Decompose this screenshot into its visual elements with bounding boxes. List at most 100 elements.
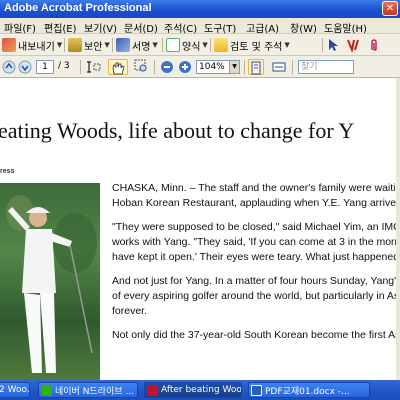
menu-document[interactable]: 문서(D) [124,20,158,35]
find-input[interactable]: 찾기 [298,60,354,74]
fit-page-button[interactable] [248,59,264,75]
toolbar-separator [162,38,163,52]
text-edit-icon [347,39,359,52]
fit-width-button[interactable] [272,59,286,75]
taskbar-item-active[interactable]: After beating Woo... [144,382,242,398]
taskbar-item[interactable]: 2 Woo... [0,382,30,398]
acrobat-icon [147,384,158,396]
toolbar-separator [244,60,245,74]
paragraph: Not only did the 37-year-old South Korea… [112,328,400,343]
task-toolbar: 내보내기 ▼ 보안 ▼ 서명 ▼ 양식 ▼ 검토 및 주석 ▼ [0,34,400,56]
hand-icon [112,62,125,75]
attach-tool-button[interactable] [368,37,382,53]
arrow-down-icon [18,60,32,74]
taskbar-item[interactable]: 네이버 N드라이브 ... [38,382,138,398]
chevron-down-icon: ▼ [104,41,110,49]
hand-tool-button[interactable] [108,59,128,75]
text-line: Not only did the 37-year-old South Korea… [112,329,400,341]
chevron-down-icon: ▼ [56,41,63,49]
article-body: CHASKA, Minn. – The staff and the owner'… [112,181,400,352]
toolbar-separator [80,60,81,74]
security-label: 보안 [84,41,103,53]
export-icon [2,38,16,52]
text-select-icon [87,61,101,73]
text-line: Hoban Korean Restaurant, applauding when… [112,197,397,209]
naver-drive-icon [41,384,52,396]
next-page-button[interactable] [18,59,32,75]
pen-icon [116,38,130,52]
text-line: have kept it open.' Their eyes were tear… [112,251,400,263]
arrow-up-icon [2,60,16,74]
review-comment-button[interactable]: 검토 및 주석 ▼ [214,37,290,53]
toolbar-separator [64,38,65,52]
taskbar-item-label: 2 Woo... [0,385,30,395]
marquee-zoom-button[interactable] [134,59,150,75]
fit-page-icon [251,61,261,75]
paragraph: CHASKA, Minn. – The staff and the owner'… [112,181,400,211]
menu-file[interactable]: 파일(F) [4,20,36,35]
sign-label: 서명 [132,41,151,53]
comment-icon [214,38,228,52]
export-label: 내보내기 [18,41,55,53]
forms-label: 양식 [182,41,201,53]
menu-tools[interactable]: 도구(T) [204,20,236,35]
security-button[interactable]: 보안 ▼ [68,37,110,53]
close-button[interactable]: ✕ [382,1,398,16]
title-bar: Adobe Acrobat Professional ✕ [0,0,400,18]
export-button[interactable]: 내보내기 ▼ [2,37,62,53]
menu-window[interactable]: 창(W) [290,20,317,35]
menu-bar: 파일(F) 편집(E) 보기(V) 문서(D) 주석(C) 도구(T) 고급(A… [0,18,400,35]
menu-help[interactable]: 도움말(H) [324,20,367,35]
windows-taskbar: 2 Woo... 네이버 N드라이브 ... After beating Woo… [0,380,400,400]
fit-width-icon [272,62,286,72]
menu-advanced[interactable]: 고급(A) [246,20,279,35]
lock-icon [68,38,82,52]
zoom-level-input[interactable]: 104% [196,60,230,74]
zoom-out-icon [161,61,173,73]
marquee-zoom-icon [134,59,147,72]
paragraph: "They were supposed to be closed," said … [112,220,400,265]
article-headline: eating Woods, life about to change for Y [0,118,355,143]
zoom-dropdown-chevron[interactable]: ▼ [230,60,240,74]
page-number-input[interactable]: 1 [36,60,54,74]
sign-button[interactable]: 서명 ▼ [116,37,158,53]
toolbar-separator [112,38,113,52]
chevron-down-icon: ▼ [152,41,158,49]
taskbar-item-label: 네이버 N드라이브 ... [55,386,134,397]
window-title: Adobe Acrobat Professional [4,2,152,14]
golfer-figure-image [6,195,97,373]
navigation-toolbar: 1 / 3 104% ▼ 찾기 [0,56,400,78]
toolbar-separator [292,60,293,74]
word-document-icon [251,384,262,396]
vertical-scrollbar[interactable] [396,78,400,380]
cursor-arrow-icon [329,39,338,51]
taskbar-item-label: PDF교재01.docx -... [265,386,350,397]
text-tool-button[interactable] [346,37,360,53]
select-text-tool[interactable] [86,59,102,75]
chevron-down-icon: ▼ [202,41,208,49]
toolbar-separator [210,38,211,52]
select-tool-button[interactable] [326,37,340,53]
photo-credit: ress [0,168,15,175]
previous-page-button[interactable] [2,59,16,75]
zoom-out-button[interactable] [160,59,174,75]
review-label: 검토 및 주석 [230,41,283,53]
text-line: "They were supposed to be closed," said … [112,221,400,233]
page-total-label: / 3 [58,61,70,71]
menu-view[interactable]: 보기(V) [84,20,117,35]
paperclip-icon [371,39,377,51]
menu-comments[interactable]: 주석(C) [164,20,197,35]
forms-button[interactable]: 양식 ▼ [166,37,208,53]
zoom-in-icon [179,61,191,73]
text-line: CHASKA, Minn. – The staff and the owner'… [112,182,400,194]
taskbar-item[interactable]: PDF교재01.docx -... [248,382,370,398]
chevron-down-icon: ▼ [284,41,290,49]
text-line: of every aspiring golfer around the worl… [112,290,400,302]
golfer-photo [0,183,100,380]
paragraph: And not just for Yang. In a matter of fo… [112,274,400,319]
zoom-in-button[interactable] [178,59,192,75]
form-icon [166,38,180,52]
toolbar-separator [154,60,155,74]
document-view[interactable]: eating Woods, life about to change for Y… [0,78,400,380]
menu-edit[interactable]: 편집(E) [44,20,77,35]
